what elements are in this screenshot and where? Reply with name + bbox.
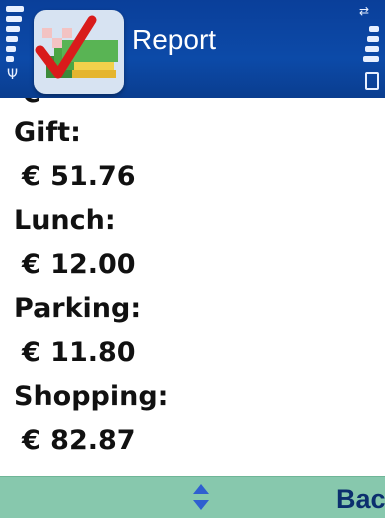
title-bar: Ψ Report ⇄ — [0, 0, 385, 98]
battery-icon — [365, 72, 379, 90]
expense-value-lunch: € 12.00 — [22, 249, 136, 280]
antenna-icon: Ψ — [7, 67, 19, 83]
scroll-up-down-icon[interactable] — [191, 483, 211, 511]
expense-label-lunch: Lunch: — [14, 205, 116, 236]
softkey-bar: Back — [0, 476, 385, 518]
signal-strength-indicator: Ψ — [2, 4, 28, 90]
expense-value-parking: € 11.80 — [22, 337, 136, 368]
report-app-icon — [34, 10, 124, 94]
expense-value-shopping: € 82.87 — [22, 425, 136, 456]
expense-value-gift: € 51.76 — [22, 161, 136, 192]
expense-label-parking: Parking: — [14, 293, 142, 324]
battery-indicator: ⇄ — [343, 4, 383, 90]
data-transfer-icon: ⇄ — [358, 4, 369, 18]
expense-list: Gift: € 51.76 Lunch: € 12.00 Parking: € … — [14, 118, 374, 470]
expense-label-gift: Gift: — [14, 117, 81, 148]
expense-label-shopping: Shopping: — [14, 381, 169, 412]
page-title: Report — [132, 24, 217, 55]
back-softkey[interactable]: Back — [336, 484, 385, 515]
scrolled-partial-value: € 40.00 — [0, 98, 120, 110]
